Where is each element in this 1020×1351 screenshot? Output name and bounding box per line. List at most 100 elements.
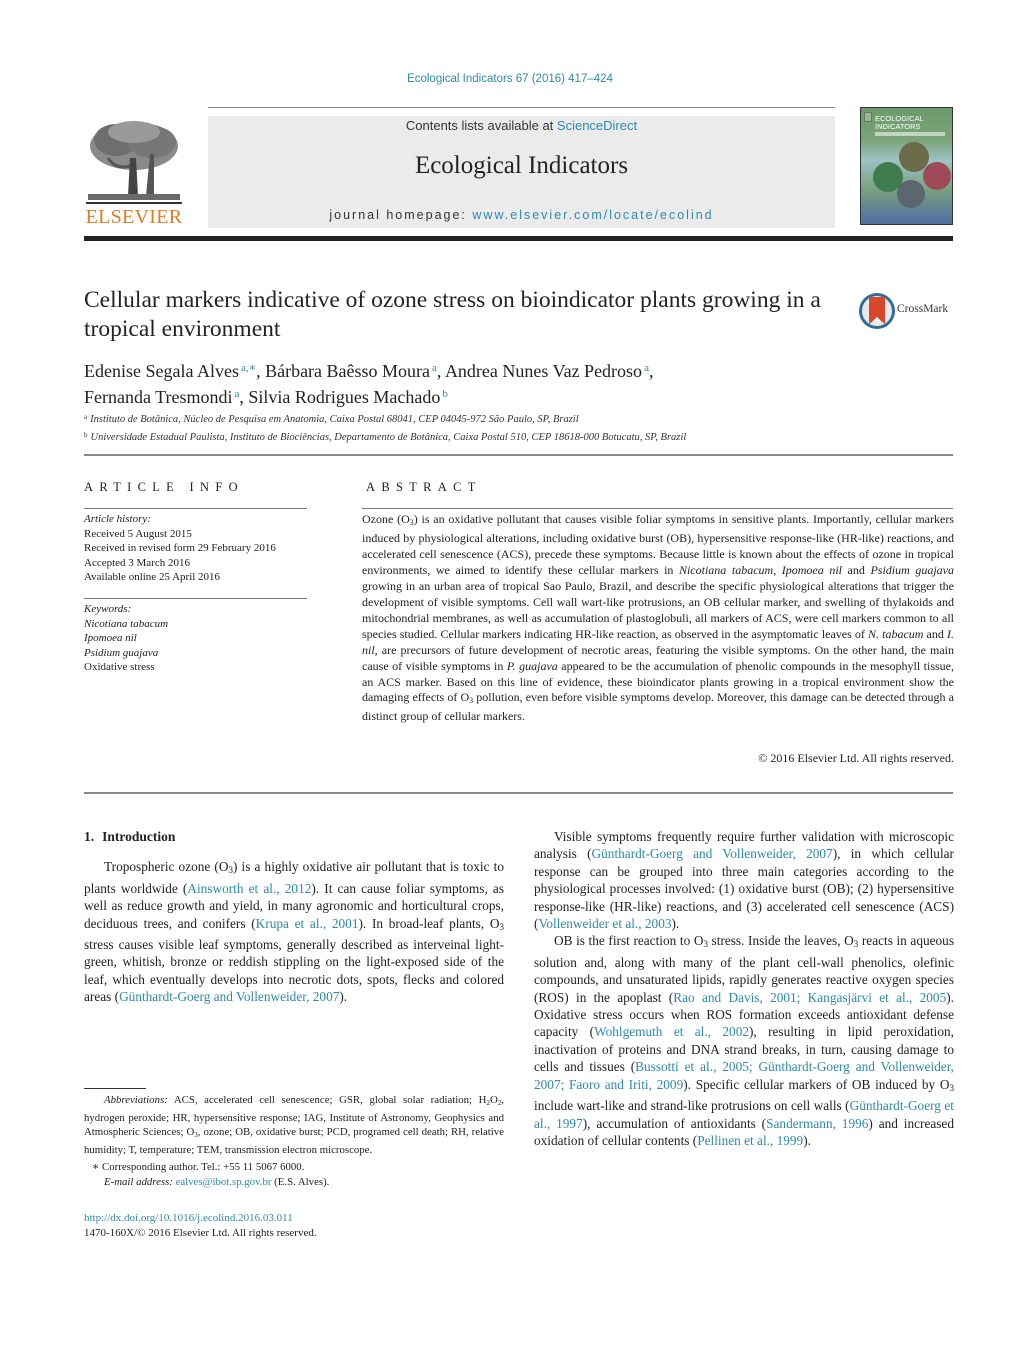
footnote-rule — [84, 1088, 146, 1089]
affiliations: a Instituto de Botânica, Núcleo de Pesqui… — [84, 410, 954, 445]
abstract-heading: ABSTRACT — [366, 480, 482, 494]
email-suffix: (E.S. Alves). — [271, 1175, 330, 1188]
species-name: Psidium guajava — [870, 562, 954, 577]
journal-homepage-link[interactable]: www.elsevier.com/locate/ecolind — [472, 208, 713, 222]
citation-link[interactable]: Sandermann, 1996 — [766, 1116, 868, 1131]
doi-block: http://dx.doi.org/10.1016/j.ecolind.2016… — [84, 1211, 504, 1241]
abbreviations-footnote: Abbreviations: ACS, accelerated cell sen… — [84, 1093, 504, 1157]
text-run: growing in an urban area of tropical Sao… — [362, 578, 954, 641]
elsevier-wordmark: ELSEVIER — [85, 206, 183, 228]
history-item: Received 5 August 2015 — [84, 527, 192, 540]
email-note: E-mail address: ealves@ibot.sp.gov.br (E… — [84, 1175, 504, 1190]
keyword-item: Ipomoea nil — [84, 632, 137, 644]
section-divider — [84, 792, 953, 794]
cover-image-4 — [897, 180, 925, 208]
body-paragraph: Tropospheric ozone (O3) is a highly oxid… — [84, 858, 504, 1005]
subscript: 3 — [499, 921, 505, 932]
journal-cover-thumbnail[interactable]: ECOLOGICAL INDICATORS — [860, 107, 953, 225]
species-name: P. guajava — [506, 658, 558, 673]
citation-link[interactable]: Krupa et al., 2001 — [256, 916, 359, 931]
keyword-item: Nicotiana tabacum — [84, 617, 169, 630]
section-heading-introduction: 1. Introduction — [84, 829, 176, 844]
issn-copyright: 1470-160X/© 2016 Elsevier Ltd. All right… — [84, 1227, 317, 1239]
footnotes: Abbreviations: ACS, accelerated cell sen… — [84, 1093, 504, 1190]
homepage-line: journal homepage: www.elsevier.com/locat… — [208, 208, 835, 222]
author-name[interactable]: Silvia Rodrigues Machado — [248, 387, 440, 407]
email-label: E-mail address: — [104, 1175, 176, 1188]
keyword-item: Oxidative stress — [84, 661, 155, 673]
author-list: Edenise Segala Alves a,∗, Bárbara Baêsso … — [84, 361, 654, 407]
article-history-label: Article history: — [84, 513, 151, 525]
subscript: 3 — [949, 1082, 955, 1093]
text-run: ). — [339, 989, 348, 1005]
affiliation-item: b Universidade Estadual Paulista, Institu… — [84, 430, 687, 443]
citation-link[interactable]: Wohlgemuth et al., 2002 — [594, 1024, 749, 1039]
header-bar — [84, 236, 953, 241]
citation-link[interactable]: Günthardt-Goerg and Vollenweider, 2007 — [119, 989, 339, 1004]
sciencedirect-link[interactable]: ScienceDirect — [557, 118, 637, 133]
text-run: and — [841, 562, 871, 577]
author-name[interactable]: Andrea Nunes Vaz Pedroso — [445, 361, 642, 381]
article-info-rule — [84, 508, 307, 509]
abstract-copyright: © 2016 Elsevier Ltd. All rights reserved… — [758, 751, 954, 765]
journal-name: Ecological Indicators — [414, 152, 629, 179]
journal-masthead: Contents lists available at ScienceDirec… — [208, 116, 835, 228]
cover-image-3 — [923, 162, 951, 190]
keyword-item: Psidium guajava — [84, 646, 159, 659]
journal-citation-link[interactable]: Ecological Indicators 67 (2016) 417–424 — [0, 73, 1020, 85]
body-column-right: Visible symptoms frequently require furt… — [534, 828, 954, 1149]
text-run: O — [489, 1094, 498, 1106]
keywords-rule — [84, 598, 307, 599]
author-name[interactable]: Bárbara Baêsso Moura — [265, 361, 430, 381]
text-run: OB is the first reaction to O — [554, 933, 704, 949]
text-run: ), accumulation of antioxidants ( — [582, 1115, 767, 1131]
citation-link[interactable]: Ainsworth et al., 2012 — [187, 881, 311, 896]
citation-link[interactable]: Rao and Davis, 2001; Kangasjärvi et al.,… — [673, 990, 946, 1005]
text-run: ). In broad-leaf plants, O — [358, 915, 500, 931]
text-run: Ozone (O — [362, 512, 410, 526]
text-run: , — [773, 562, 782, 577]
cover-title: ECOLOGICAL INDICATORS — [875, 114, 924, 131]
citation-link[interactable]: Günthardt-Goerg and Vollenweider, 2007 — [592, 846, 833, 861]
crossmark-button[interactable]: CrossMark — [858, 291, 958, 331]
text-run: include wart-like and strand-like protru… — [534, 1098, 850, 1114]
article-history: Article history: Received 5 August 2015 … — [84, 512, 324, 585]
section-divider — [84, 454, 953, 456]
crossmark-label: CrossMark — [897, 303, 949, 315]
doi-link[interactable]: http://dx.doi.org/10.1016/j.ecolind.2016… — [84, 1211, 504, 1226]
history-item: Accepted 3 March 2016 — [84, 556, 190, 569]
contents-prefix: Contents lists available at — [405, 118, 557, 133]
keywords-label: Keywords: — [84, 603, 132, 615]
abbreviations-label: Abbreviations: — [104, 1094, 168, 1106]
cover-publisher-mark — [864, 112, 872, 122]
species-name: N. tabacum — [868, 626, 924, 641]
text-run: ). — [671, 916, 680, 932]
author-email-link[interactable]: ealves@ibot.sp.gov.br — [176, 1176, 272, 1188]
author-name[interactable]: Fernanda Tresmondi — [84, 387, 233, 407]
citation-link[interactable]: Pellinen et al., 1999 — [697, 1133, 803, 1148]
cover-subtitle-bar — [875, 132, 945, 136]
author-affiliation-mark[interactable]: b — [442, 388, 448, 400]
text-run: and — [923, 626, 947, 641]
elsevier-tree-icon — [86, 118, 182, 204]
article-info-heading: ARTICLE INFO — [84, 480, 244, 494]
text-run: stress. Inside the leaves, O — [707, 933, 854, 949]
crossmark-icon — [859, 293, 895, 329]
text-run: Tropospheric ozone (O — [104, 859, 229, 875]
contents-line: Contents lists available at ScienceDirec… — [208, 118, 835, 133]
author-name[interactable]: Edenise Segala Alves — [84, 361, 239, 381]
abstract-rule — [362, 508, 953, 509]
homepage-prefix: journal homepage: — [329, 208, 473, 222]
history-item: Available online 25 April 2016 — [84, 571, 221, 583]
history-item: Received in revised form 29 February 201… — [84, 542, 276, 554]
citation-link[interactable]: Vollenweider et al., 2003 — [538, 916, 671, 931]
header-top-rule — [208, 107, 835, 108]
corresponding-author-note: ∗ Corresponding author. Tel.: +55 11 506… — [92, 1161, 305, 1174]
body-column-left: 1. Introduction Tropospheric ozone (O3) i… — [84, 828, 504, 1006]
affiliation-item: a Instituto de Botânica, Núcleo de Pesqui… — [84, 413, 579, 425]
elsevier-logo[interactable]: ELSEVIER — [84, 118, 184, 230]
article-title: Cellular markers indicative of ozone str… — [84, 287, 821, 342]
text-run: ). Specific cellular markers of OB induc… — [683, 1076, 950, 1092]
author-affiliation-mark[interactable]: a,∗ — [241, 362, 256, 374]
body-paragraph: Visible symptoms frequently require furt… — [534, 828, 954, 932]
